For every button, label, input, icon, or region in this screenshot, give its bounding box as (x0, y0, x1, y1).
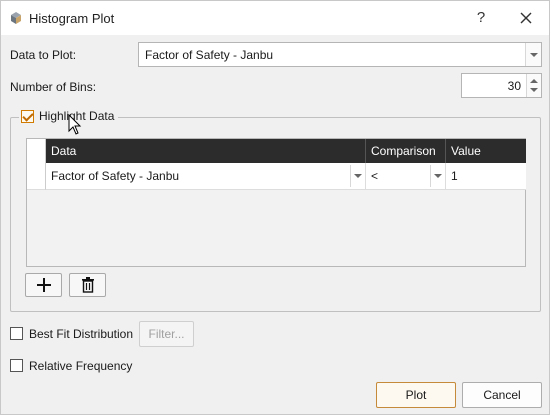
number-of-bins-spinner[interactable]: 30 (461, 73, 542, 98)
chevron-down-icon[interactable] (525, 43, 541, 66)
filter-button[interactable]: Filter... (139, 321, 194, 347)
cancel-button[interactable]: Cancel (462, 382, 542, 408)
cell-comparison-value: < (371, 169, 379, 183)
plus-icon (37, 278, 51, 292)
data-to-plot-label: Data to Plot: (10, 48, 77, 62)
cell-data-select[interactable]: Factor of Safety - Janbu (46, 163, 366, 190)
data-to-plot-value: Factor of Safety - Janbu (145, 48, 274, 62)
column-header-data[interactable]: Data (46, 139, 366, 163)
app-icon (11, 12, 21, 24)
best-fit-label[interactable]: Best Fit Distribution (29, 327, 133, 341)
plot-button[interactable]: Plot (376, 382, 456, 408)
best-fit-checkbox[interactable] (10, 327, 23, 340)
chevron-down-icon[interactable] (350, 165, 365, 187)
highlight-data-checkbox[interactable] (21, 109, 34, 123)
close-button[interactable] (512, 7, 540, 29)
data-to-plot-select[interactable]: Factor of Safety - Janbu (138, 42, 542, 67)
relative-frequency-checkbox[interactable] (10, 359, 23, 372)
spin-up-icon[interactable] (530, 79, 538, 83)
mouse-cursor-icon (68, 114, 82, 135)
window-title: Histogram Plot (29, 11, 115, 26)
cell-data-value: Factor of Safety - Janbu (51, 169, 180, 183)
table-corner (27, 139, 46, 163)
trash-icon (82, 277, 94, 293)
number-of-bins-value: 30 (507, 79, 521, 93)
number-of-bins-label: Number of Bins: (10, 80, 97, 94)
cell-value-input[interactable]: 1 (446, 163, 526, 190)
cell-comparison-select[interactable]: < (366, 163, 446, 190)
delete-row-button[interactable] (69, 273, 106, 297)
title-bar: Histogram Plot ? (1, 1, 549, 35)
cell-value-text: 1 (451, 169, 458, 183)
row-header[interactable] (27, 163, 46, 190)
chevron-down-icon[interactable] (430, 165, 445, 187)
column-header-value[interactable]: Value (446, 139, 526, 163)
column-header-comparison[interactable]: Comparison (366, 139, 446, 163)
close-icon (520, 12, 532, 24)
highlight-table: Data Comparison Value Factor of Safety -… (26, 138, 526, 267)
spin-down-icon[interactable] (530, 88, 538, 92)
relative-frequency-label[interactable]: Relative Frequency (29, 359, 132, 373)
spinner-buttons[interactable] (526, 74, 541, 97)
add-row-button[interactable] (25, 273, 62, 297)
histogram-plot-dialog: Histogram Plot ? Data to Plot: Factor of… (0, 0, 550, 415)
help-button[interactable]: ? (467, 7, 495, 29)
